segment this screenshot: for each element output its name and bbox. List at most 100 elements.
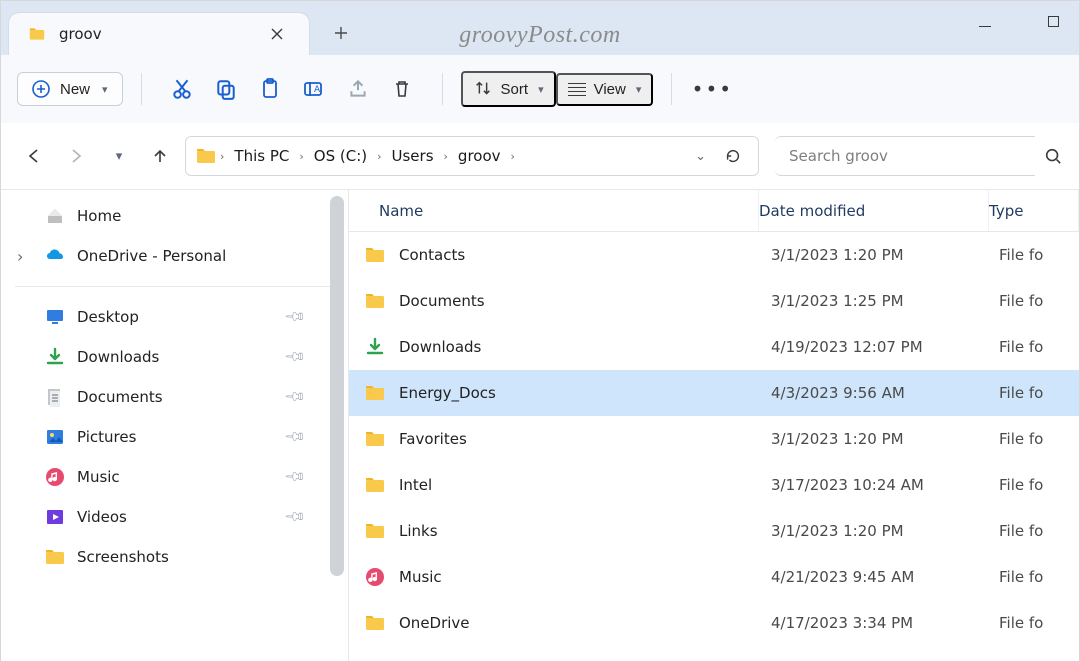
onedrive-icon	[45, 246, 65, 266]
file-type: File fo	[999, 384, 1079, 402]
file-date: 4/3/2023 9:56 AM	[771, 384, 999, 402]
file-row[interactable]: Energy_Docs 4/3/2023 9:56 AM File fo	[349, 370, 1079, 416]
chevron-down-icon[interactable]: ⌄	[695, 149, 706, 164]
delete-button[interactable]	[380, 71, 424, 107]
up-button[interactable]	[143, 139, 177, 173]
breadcrumb-item[interactable]: Users	[386, 143, 440, 169]
sidebar-item-label: Music	[77, 468, 120, 486]
file-date: 4/17/2023 3:34 PM	[771, 614, 999, 632]
file-type: File fo	[999, 246, 1079, 264]
nav-row: ▾ › This PC › OS (C:) › Users › groov › …	[1, 123, 1079, 189]
breadcrumb-item[interactable]: This PC	[228, 143, 295, 169]
file-type: File fo	[999, 338, 1079, 356]
sidebar-item-label: Documents	[77, 388, 163, 406]
sidebar-item-documents[interactable]: Documents 📌︎	[1, 377, 348, 417]
arrow-up-icon	[151, 147, 169, 165]
pin-icon: 📌︎	[283, 425, 307, 449]
sidebar-item-downloads[interactable]: Downloads 📌︎	[1, 337, 348, 377]
sidebar-item-pictures[interactable]: Pictures 📌︎	[1, 417, 348, 457]
folder-icon	[363, 243, 387, 267]
back-button[interactable]	[17, 139, 51, 173]
new-tab-button[interactable]	[319, 11, 363, 55]
minimize-button[interactable]	[967, 15, 1003, 31]
watermark: groovyPost.com	[459, 22, 620, 49]
file-row[interactable]: OneDrive 4/17/2023 3:34 PM File fo	[349, 600, 1079, 646]
sort-button[interactable]: Sort ▾	[461, 71, 556, 107]
breadcrumb-sep: ›	[218, 150, 226, 163]
sidebar-scrollbar[interactable]	[330, 196, 344, 576]
sidebar-item-home[interactable]: Home	[1, 196, 348, 236]
recent-button[interactable]: ▾	[101, 139, 135, 173]
new-button-label: New	[60, 81, 90, 98]
breadcrumb-sep: ›	[509, 150, 517, 163]
more-button[interactable]: •••	[690, 71, 734, 107]
sidebar-item-music[interactable]: Music 📌︎	[1, 457, 348, 497]
breadcrumb-item[interactable]: OS (C:)	[308, 143, 373, 169]
file-row[interactable]: Intel 3/17/2023 10:24 AM File fo	[349, 462, 1079, 508]
file-date: 4/21/2023 9:45 AM	[771, 568, 999, 586]
column-name[interactable]: ˄ Name	[349, 190, 759, 231]
window-tab[interactable]: groov	[9, 13, 309, 55]
pin-icon: 📌︎	[283, 505, 307, 529]
sidebar-item-label: Pictures	[77, 428, 136, 446]
sidebar-item-desktop[interactable]: Desktop 📌︎	[1, 297, 348, 337]
new-button[interactable]: New ▾	[17, 72, 123, 106]
plus-icon	[334, 26, 348, 40]
rename-button[interactable]	[292, 71, 336, 107]
column-date[interactable]: Date modified	[759, 190, 989, 231]
file-date: 3/1/2023 1:20 PM	[771, 430, 999, 448]
file-name: Energy_Docs	[399, 384, 771, 402]
file-type: File fo	[999, 568, 1079, 586]
sidebar-item-screenshots[interactable]: Screenshots	[1, 537, 348, 577]
sidebar-item-label: Videos	[77, 508, 127, 526]
cut-button[interactable]	[160, 71, 204, 107]
folder-icon	[27, 26, 47, 42]
search-icon	[1044, 147, 1062, 165]
file-row[interactable]: Favorites 3/1/2023 1:20 PM File fo	[349, 416, 1079, 462]
search-button[interactable]	[1043, 147, 1063, 165]
sidebar-item-label: Screenshots	[77, 548, 169, 566]
maximize-button[interactable]	[1035, 15, 1071, 31]
share-button[interactable]	[336, 71, 380, 107]
music-icon	[45, 467, 65, 487]
view-button[interactable]: View ▾	[556, 73, 654, 106]
main: Home OneDrive - Personal Desktop 📌︎ Down…	[1, 190, 1079, 661]
new-plus-icon	[32, 80, 50, 98]
breadcrumb-item[interactable]: groov	[452, 143, 507, 169]
sort-label: Sort	[501, 81, 529, 98]
address-bar[interactable]: › This PC › OS (C:) › Users › groov › ⌄	[185, 136, 759, 176]
sidebar-item-videos[interactable]: Videos 📌︎	[1, 497, 348, 537]
file-name: Downloads	[399, 338, 771, 356]
folder-icon	[363, 289, 387, 313]
file-date: 3/1/2023 1:25 PM	[771, 292, 999, 310]
file-row[interactable]: Contacts 3/1/2023 1:20 PM File fo	[349, 232, 1079, 278]
file-date: 4/19/2023 12:07 PM	[771, 338, 999, 356]
pictures-icon	[45, 427, 65, 447]
file-date: 3/1/2023 1:20 PM	[771, 522, 999, 540]
paste-icon	[259, 78, 281, 100]
paste-button[interactable]	[248, 71, 292, 107]
file-row[interactable]: Music 4/21/2023 9:45 AM File fo	[349, 554, 1079, 600]
window-controls	[967, 1, 1071, 45]
refresh-button[interactable]	[724, 147, 742, 165]
file-row[interactable]: Downloads 4/19/2023 12:07 PM File fo	[349, 324, 1079, 370]
column-type[interactable]: Type	[989, 190, 1079, 231]
sidebar-item-onedrive-personal[interactable]: OneDrive - Personal	[1, 236, 348, 276]
file-row[interactable]: Documents 3/1/2023 1:25 PM File fo	[349, 278, 1079, 324]
home-icon	[45, 206, 65, 226]
pin-icon: 📌︎	[283, 385, 307, 409]
file-row[interactable]: Links 3/1/2023 1:20 PM File fo	[349, 508, 1079, 554]
sort-icon	[473, 79, 493, 99]
file-name: Links	[399, 522, 771, 540]
file-date: 3/17/2023 10:24 AM	[771, 476, 999, 494]
folder-icon	[45, 547, 65, 567]
search-box[interactable]: Search groov	[775, 136, 1035, 176]
arrow-left-icon	[25, 147, 43, 165]
tab-close-button[interactable]	[263, 20, 291, 48]
ellipsis-icon: •••	[692, 77, 733, 101]
copy-button[interactable]	[204, 71, 248, 107]
downloads-icon	[45, 347, 65, 367]
forward-button[interactable]	[59, 139, 93, 173]
copy-icon	[215, 78, 237, 100]
file-name: Documents	[399, 292, 771, 310]
